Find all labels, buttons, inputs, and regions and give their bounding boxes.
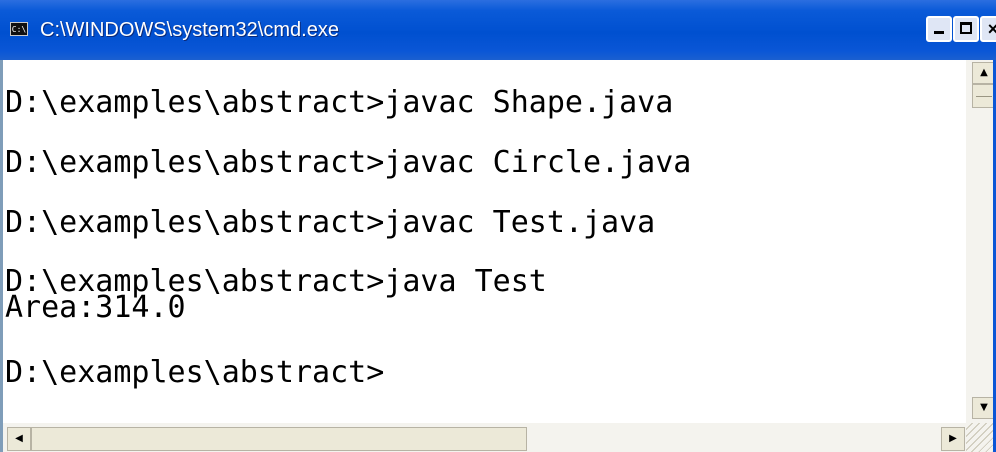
console-app-icon[interactable]: C:\	[10, 22, 28, 36]
scroll-right-button[interactable]: ▶	[941, 427, 965, 451]
vertical-scrollbar[interactable]: ▲ ▼	[966, 60, 996, 423]
close-button[interactable]: ×	[980, 16, 996, 42]
console-prompt-line[interactable]: D:\examples\abstract>	[5, 356, 384, 390]
arrow-up-icon: ▲	[980, 67, 988, 78]
maximize-icon	[960, 22, 972, 34]
horizontal-scroll-thumb[interactable]	[31, 427, 527, 451]
title-bar[interactable]: C:\ C:\WINDOWS\system32\cmd.exe ×	[0, 0, 996, 60]
console-line: Area:314.0	[5, 290, 186, 325]
arrow-down-icon: ▼	[980, 402, 988, 413]
minimize-button[interactable]	[926, 16, 952, 42]
window-title: C:\WINDOWS\system32\cmd.exe	[40, 19, 339, 41]
cmd-window: C:\ C:\WINDOWS\system32\cmd.exe × D:\exa…	[0, 0, 996, 452]
console-output[interactable]: D:\examples\abstract>javac Shape.java D:…	[0, 60, 966, 423]
horizontal-scrollbar[interactable]: ◀ ▶	[0, 423, 996, 452]
arrow-left-icon: ◀	[15, 433, 23, 444]
console-line: D:\examples\abstract>javac Shape.java	[5, 85, 674, 120]
minimize-icon	[934, 31, 944, 34]
resize-grip[interactable]	[966, 423, 996, 452]
arrow-right-icon: ▶	[949, 433, 957, 444]
maximize-button[interactable]	[953, 16, 979, 42]
console-line: D:\examples\abstract>javac Test.java	[5, 205, 656, 240]
scroll-left-button[interactable]: ◀	[7, 427, 31, 451]
close-icon: ×	[987, 19, 996, 39]
grip-icon	[976, 96, 992, 97]
console-line: D:\examples\abstract>javac Circle.java	[5, 145, 692, 180]
